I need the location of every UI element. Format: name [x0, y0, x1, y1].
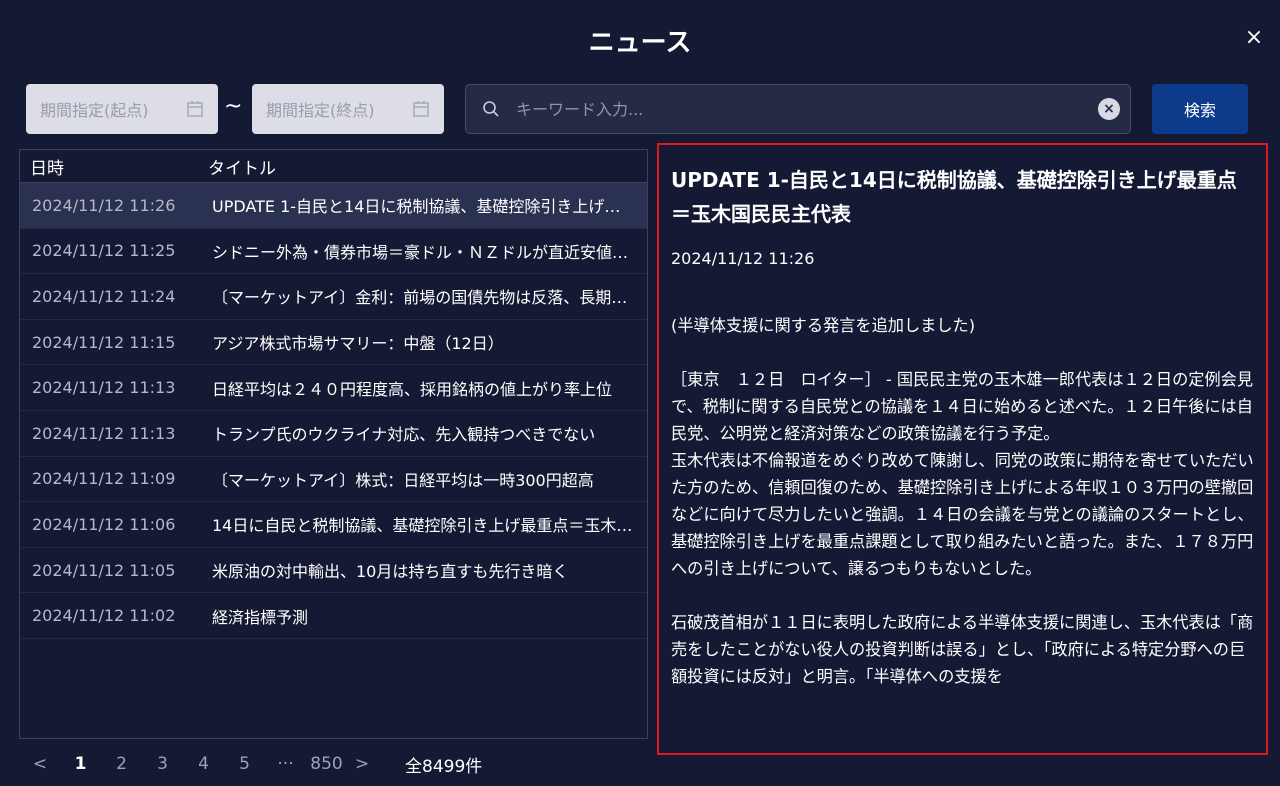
item-date: 2024/11/12 11:05	[32, 560, 176, 580]
list-item[interactable]: 2024/11/12 11:15 アジア株式市場サマリー：中盤（12日）	[20, 320, 647, 366]
item-date: 2024/11/12 11:15	[32, 332, 176, 352]
date-range-separator: ~	[224, 94, 243, 119]
clear-icon[interactable]: ×	[1098, 98, 1120, 120]
next-page-button[interactable]: >	[347, 754, 377, 774]
dialog-title: ニュース	[588, 28, 692, 58]
item-title: UPDATE 1-自民と14日に税制協議、基礎控除引き上げ最重点＝玉木国民民主代…	[212, 197, 633, 217]
keyword-search-box: ×	[465, 84, 1131, 134]
list-item[interactable]: 2024/11/12 11:05 米原油の対中輸出、10月は持ち直すも先行き暗く	[20, 548, 647, 594]
keyword-input[interactable]	[514, 98, 1098, 120]
prev-page-button[interactable]: <	[30, 754, 50, 774]
item-date: 2024/11/12 11:26	[32, 195, 176, 215]
close-icon[interactable]: ×	[1242, 26, 1266, 50]
item-title: 経済指標予測	[212, 607, 309, 627]
page-2-button[interactable]: 2	[101, 754, 142, 774]
more-pages-button[interactable]: ···	[265, 754, 306, 774]
item-title: アジア株式市場サマリー：中盤（12日）	[212, 334, 504, 354]
list-item[interactable]: 2024/11/12 11:02 経済指標予測	[20, 593, 647, 639]
item-title: 〔マーケットアイ〕株式：日経平均は一時300円超高	[212, 470, 594, 490]
list-item[interactable]: 2024/11/12 11:25 シドニー外為・債券市場＝豪ドル・ＮＺドルが直近…	[20, 229, 647, 275]
list-item[interactable]: 2024/11/12 11:26 UPDATE 1-自民と14日に税制協議、基礎…	[20, 183, 647, 229]
total-count: 全8499件	[405, 756, 483, 777]
column-header-date[interactable]: 日時	[20, 154, 208, 179]
calendar-icon	[413, 101, 429, 117]
article-detail-panel: UPDATE 1-自民と14日に税制協議、基礎控除引き上げ最重点＝玉木国民民主代…	[657, 143, 1268, 755]
article-title: UPDATE 1-自民と14日に税制協議、基礎控除引き上げ最重点＝玉木国民民主代…	[671, 168, 1237, 226]
end-date-field[interactable]: 期間指定(終点)	[252, 84, 444, 134]
item-title: 米原油の対中輸出、10月は持ち直すも先行き暗く	[212, 562, 569, 582]
article-paragraph: ［東京 １２日 ロイター］ - 国民民主党の玉木雄一郎代表は１２日の定例会見で、…	[671, 370, 1254, 578]
item-date: 2024/11/12 11:06	[32, 514, 176, 534]
page-4-button[interactable]: 4	[183, 754, 224, 774]
list-header: 日時 タイトル	[20, 150, 647, 183]
item-date: 2024/11/12 11:09	[32, 469, 176, 489]
list-item[interactable]: 2024/11/12 11:06 14日に自民と税制協議、基礎控除引き上げ最重点…	[20, 502, 647, 548]
article-paragraph: (半導体支援に関する発言を追加しました)	[671, 316, 976, 335]
search-button[interactable]: 検索	[1152, 84, 1248, 134]
news-list: 日時 タイトル 2024/11/12 11:26 UPDATE 1-自民と14日…	[19, 149, 648, 739]
end-date-placeholder: 期間指定(終点)	[266, 101, 375, 120]
page-3-button[interactable]: 3	[142, 754, 183, 774]
calendar-icon	[187, 101, 203, 117]
item-title: シドニー外為・債券市場＝豪ドル・ＮＺドルが直近安値付近	[212, 242, 633, 262]
list-item[interactable]: 2024/11/12 11:13 日経平均は２４０円程度高、採用銘柄の値上がり率…	[20, 365, 647, 411]
search-icon	[483, 101, 499, 117]
column-header-title[interactable]: タイトル	[208, 154, 276, 179]
item-date: 2024/11/12 11:25	[32, 241, 176, 261]
item-date: 2024/11/12 11:13	[32, 423, 176, 443]
start-date-field[interactable]: 期間指定(起点)	[26, 84, 218, 134]
article-body: (半導体支援に関する発言を追加しました) ［東京 １２日 ロイター］ - 国民民…	[671, 312, 1254, 690]
item-title: トランプ氏のウクライナ対応、先入観持つべきでない	[212, 425, 596, 445]
item-date: 2024/11/12 11:02	[32, 606, 176, 626]
page-1-button[interactable]: 1	[60, 754, 101, 774]
item-title: 〔マーケットアイ〕金利：前場の国債先物は反落、長期金利は上昇	[212, 288, 633, 308]
item-title: 日経平均は２４０円程度高、採用銘柄の値上がり率上位	[212, 379, 613, 399]
item-date: 2024/11/12 11:13	[32, 378, 176, 398]
last-page-button[interactable]: 850	[306, 754, 347, 774]
page-5-button[interactable]: 5	[224, 754, 265, 774]
article-paragraph: 石破茂首相が１１日に表明した政府による半導体支援に関連し、玉木代表は「商売をした…	[671, 613, 1254, 686]
article-date: 2024/11/12 11:26	[671, 249, 815, 268]
item-date: 2024/11/12 11:24	[32, 286, 176, 306]
item-title: 14日に自民と税制協議、基礎控除引き上げ最重点＝玉木代表	[212, 516, 633, 536]
list-item[interactable]: 2024/11/12 11:09 〔マーケットアイ〕株式：日経平均は一時300円…	[20, 457, 647, 503]
list-item[interactable]: 2024/11/12 11:13 トランプ氏のウクライナ対応、先入観持つべきでな…	[20, 411, 647, 457]
start-date-placeholder: 期間指定(起点)	[40, 101, 149, 120]
pagination: < 1 2 3 4 5 ··· 850 > 全8499件	[30, 751, 482, 777]
list-item[interactable]: 2024/11/12 11:24 〔マーケットアイ〕金利：前場の国債先物は反落、…	[20, 274, 647, 320]
